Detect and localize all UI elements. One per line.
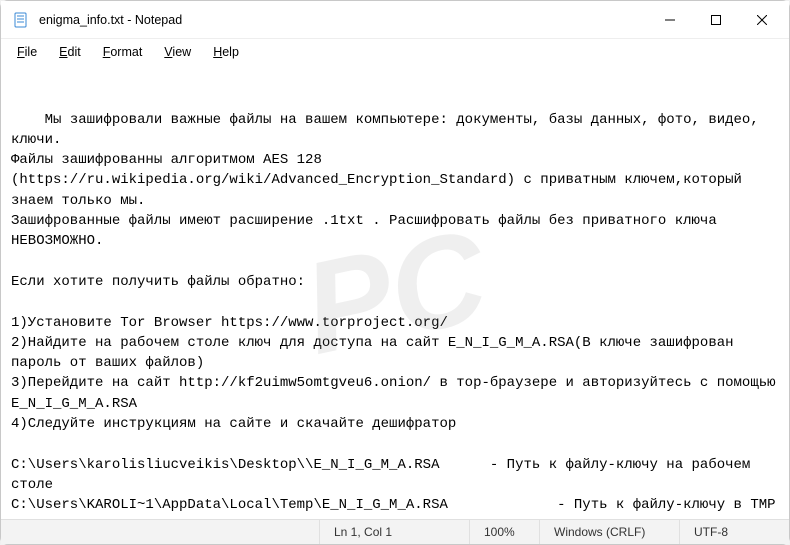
menu-help[interactable]: Help: [203, 43, 249, 61]
menu-edit[interactable]: Edit: [49, 43, 91, 61]
menu-format[interactable]: Format: [93, 43, 153, 61]
menu-view[interactable]: View: [154, 43, 201, 61]
menu-file[interactable]: File: [7, 43, 47, 61]
editor-text: Мы зашифровали важные файлы на вашем ком…: [11, 112, 784, 519]
maximize-button[interactable]: [693, 1, 739, 38]
notepad-icon: [13, 12, 29, 28]
editor-content[interactable]: PC Мы зашифровали важные файлы на вашем …: [1, 65, 789, 519]
close-button[interactable]: [739, 1, 785, 38]
window-controls: [647, 1, 785, 38]
titlebar[interactable]: enigma_info.txt - Notepad: [1, 1, 789, 39]
notepad-window: enigma_info.txt - Notepad File Edit Form…: [0, 0, 790, 545]
menubar: File Edit Format View Help: [1, 39, 789, 65]
status-zoom[interactable]: 100%: [469, 520, 539, 544]
minimize-button[interactable]: [647, 1, 693, 38]
status-encoding: UTF-8: [679, 520, 789, 544]
status-lineending: Windows (CRLF): [539, 520, 679, 544]
window-title: enigma_info.txt - Notepad: [39, 13, 647, 27]
status-position: Ln 1, Col 1: [319, 520, 469, 544]
statusbar: Ln 1, Col 1 100% Windows (CRLF) UTF-8: [1, 519, 789, 544]
